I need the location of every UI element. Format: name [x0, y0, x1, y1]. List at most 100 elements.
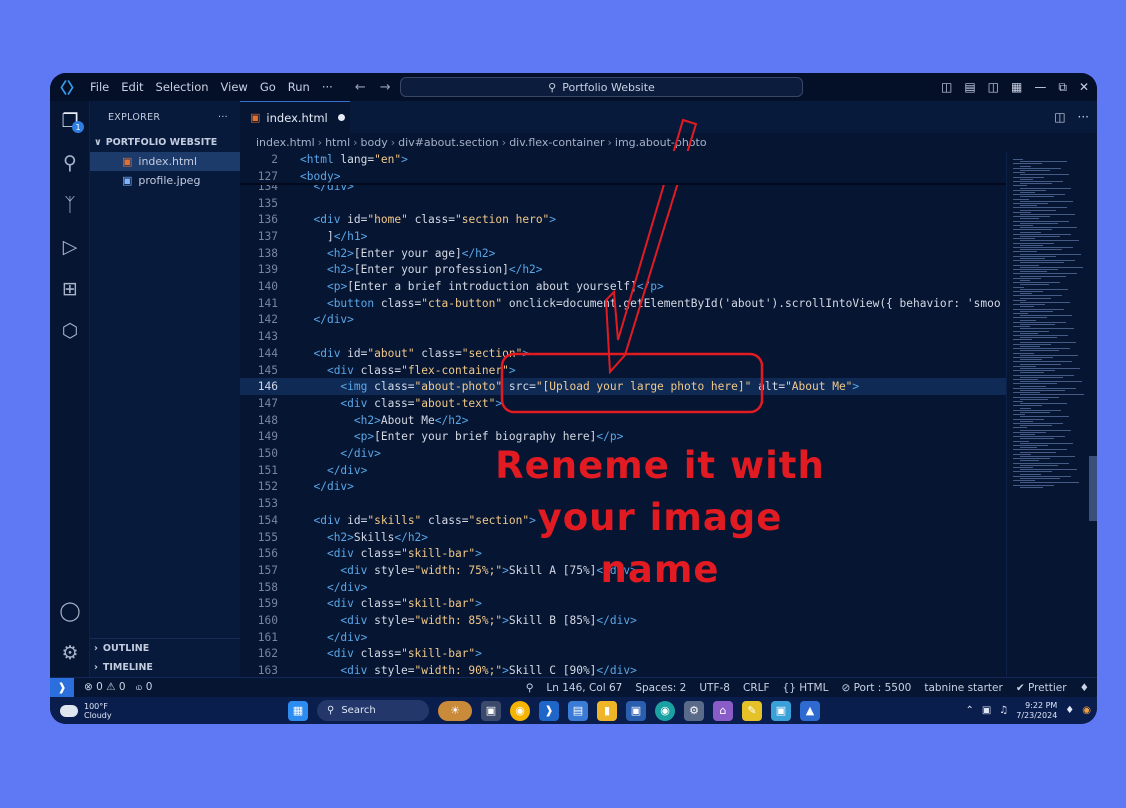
- code-line[interactable]: 161 </div>: [240, 629, 1006, 646]
- split-editor-icon[interactable]: ◫: [1054, 110, 1065, 124]
- ports-status[interactable]: ௰ 0: [136, 681, 153, 694]
- code-line[interactable]: 146 <img class="about-photo" src="[Uploa…: [240, 378, 1006, 396]
- settings-app-icon[interactable]: ⚙: [684, 700, 704, 721]
- tab-index-html[interactable]: ▣ index.html: [240, 101, 350, 133]
- run-debug-icon[interactable]: ▷: [56, 233, 84, 261]
- widget-app-icon[interactable]: ☀: [438, 700, 472, 721]
- unsaved-dot-icon[interactable]: [337, 114, 345, 121]
- breadcrumb-item[interactable]: div#about.section: [398, 136, 499, 149]
- accounts-icon[interactable]: ◯: [56, 597, 84, 625]
- code-line[interactable]: 136 <div id="home" class="section hero">: [240, 211, 1006, 228]
- code-line[interactable]: 140 <p>[Enter a brief introduction about…: [240, 278, 1006, 295]
- taskbar-search[interactable]: ⚲ Search: [317, 700, 429, 721]
- file-explorer-icon[interactable]: ▮: [597, 700, 617, 721]
- end-of-line[interactable]: CRLF: [743, 682, 770, 694]
- tabnine-status[interactable]: tabnine starter: [924, 682, 1002, 694]
- code-line[interactable]: 139 <h2>[Enter your profession]</h2>: [240, 262, 1006, 279]
- source-control-icon[interactable]: ᛉ: [56, 191, 84, 219]
- outline-section[interactable]: › OUTLINE: [90, 639, 240, 658]
- store-icon[interactable]: ▣: [626, 700, 646, 721]
- code-line[interactable]: 142 </div>: [240, 312, 1006, 329]
- command-center-search[interactable]: ⚲ Portfolio Website: [400, 77, 803, 97]
- code-line[interactable]: 162 <div class="skill-bar">: [240, 646, 1006, 663]
- photos-icon[interactable]: ▣: [771, 700, 791, 721]
- live-server-port[interactable]: ⊘ Port : 5500: [841, 682, 911, 694]
- breadcrumb-item[interactable]: img.about-photo: [615, 136, 707, 149]
- explorer-icon[interactable]: ❐ 1: [56, 107, 84, 135]
- breadcrumb-item[interactable]: body: [361, 136, 388, 149]
- code-line[interactable]: 159 <div class="skill-bar">: [240, 596, 1006, 613]
- file-profile-jpeg[interactable]: ▣ profile.jpeg: [90, 171, 240, 190]
- chrome-icon[interactable]: ◉: [510, 700, 530, 721]
- menu-file[interactable]: File: [84, 80, 115, 94]
- back-arrow-icon[interactable]: ←: [355, 80, 366, 95]
- breadcrumb-item[interactable]: html: [325, 136, 350, 149]
- app-icon[interactable]: ▲: [800, 700, 820, 721]
- menu-run[interactable]: Run: [282, 80, 316, 94]
- encoding[interactable]: UTF-8: [699, 682, 730, 694]
- menu-view[interactable]: View: [215, 80, 254, 94]
- clock[interactable]: 9:22 PM 7/23/2024: [1016, 701, 1057, 721]
- customize-layout-icon[interactable]: ▦: [1011, 80, 1022, 94]
- code-line[interactable]: 127 <body>: [240, 168, 1006, 185]
- extensions-icon[interactable]: ⊞: [56, 275, 84, 303]
- copilot-icon[interactable]: ◉: [1082, 705, 1091, 716]
- minimap[interactable]: [1006, 151, 1097, 677]
- code-editor[interactable]: 2 <html lang="en"> 127 <body> 134 </div> 135…: [240, 151, 1006, 677]
- code-line[interactable]: 144 <div id="about" class="section">: [240, 345, 1006, 362]
- code-line[interactable]: 148 <h2>About Me</h2>: [240, 412, 1006, 429]
- code-line[interactable]: 135: [240, 195, 1006, 212]
- indentation[interactable]: Spaces: 2: [635, 682, 686, 694]
- code-line[interactable]: 138 <h2>[Enter your age]</h2>: [240, 245, 1006, 262]
- edge-icon[interactable]: ◉: [655, 700, 675, 721]
- code-line[interactable]: 2 <html lang="en">: [240, 151, 1006, 168]
- volume-icon[interactable]: ♫: [999, 705, 1008, 716]
- problems-status[interactable]: ⊗ 0 ⚠ 0: [84, 681, 126, 694]
- notifications-icon[interactable]: ♦: [1065, 705, 1074, 716]
- cursor-position[interactable]: Ln 146, Col 67: [546, 682, 622, 694]
- code-line[interactable]: 143: [240, 328, 1006, 345]
- code-line[interactable]: 163 <div style="width: 90%;">Skill C [90…: [240, 662, 1006, 677]
- menu-selection[interactable]: Selection: [150, 80, 215, 94]
- settings-gear-icon[interactable]: ⚙: [56, 639, 84, 667]
- close-icon[interactable]: ✕: [1079, 80, 1089, 94]
- menu-go[interactable]: Go: [254, 80, 282, 94]
- code-line[interactable]: 147 <div class="about-text">: [240, 395, 1006, 412]
- code-line[interactable]: 145 <div class="flex-container">: [240, 362, 1006, 379]
- breadcrumb-item[interactable]: index.html: [256, 136, 315, 149]
- task-view-icon[interactable]: ▣: [481, 700, 501, 721]
- windows-start-icon[interactable]: ▦: [288, 700, 308, 721]
- prettier-status[interactable]: ✔ Prettier: [1016, 682, 1067, 694]
- sticky-notes-icon[interactable]: ✎: [742, 700, 762, 721]
- menu-edit[interactable]: Edit: [115, 80, 149, 94]
- remote-explorer-icon[interactable]: ⬡: [56, 317, 84, 345]
- zoom-icon[interactable]: ⚲: [526, 682, 534, 694]
- weather-widget[interactable]: 100°F Cloudy: [50, 702, 290, 720]
- explorer-more-button[interactable]: ···: [218, 112, 228, 123]
- home-app-icon[interactable]: ⌂: [713, 700, 733, 721]
- toggle-panel-icon[interactable]: ▤: [964, 80, 975, 94]
- minimize-icon[interactable]: —: [1034, 80, 1046, 94]
- code-line[interactable]: 160 <div style="width: 85%;">Skill B [85…: [240, 612, 1006, 629]
- toggle-sidebar-icon[interactable]: ◫: [941, 80, 952, 94]
- folder-portfolio-website[interactable]: ∨ PORTFOLIO WEBSITE: [90, 133, 240, 152]
- menu-more[interactable]: ···: [316, 80, 339, 94]
- language-mode[interactable]: {} HTML: [783, 682, 829, 694]
- file-index-html[interactable]: ▣ index.html: [90, 152, 240, 171]
- notepad-icon[interactable]: ▤: [568, 700, 588, 721]
- code-line[interactable]: 141 <button class="cta-button" onclick=d…: [240, 295, 1006, 312]
- network-icon[interactable]: ▣: [982, 705, 991, 716]
- forward-arrow-icon[interactable]: →: [380, 80, 391, 95]
- notifications-bell-icon[interactable]: ♦: [1080, 682, 1089, 694]
- vscode-taskbar-icon[interactable]: ❱: [539, 700, 559, 721]
- more-actions-icon[interactable]: ···: [1078, 110, 1089, 124]
- tray-overflow-icon[interactable]: ⌃: [965, 705, 973, 716]
- restore-icon[interactable]: ⧉: [1058, 80, 1067, 95]
- scrollbar-thumb[interactable]: [1089, 456, 1097, 521]
- remote-indicator-icon[interactable]: ❱: [50, 677, 74, 698]
- timeline-section[interactable]: › TIMELINE: [90, 658, 240, 677]
- breadcrumb-item[interactable]: div.flex-container: [509, 136, 604, 149]
- code-line[interactable]: 137 ]</h1>: [240, 228, 1006, 245]
- search-icon[interactable]: ⚲: [56, 149, 84, 177]
- toggle-secondary-sidebar-icon[interactable]: ◫: [988, 80, 999, 94]
